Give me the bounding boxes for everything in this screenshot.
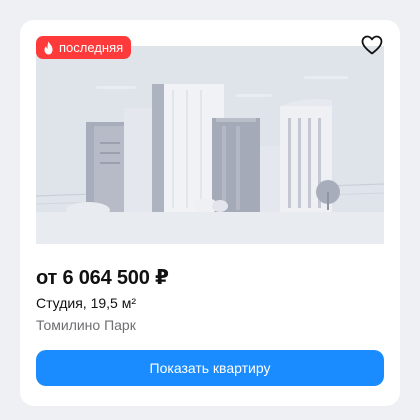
buildings-placeholder-image xyxy=(36,46,384,244)
apartment-type-area: Студия, 19,5 м² xyxy=(36,295,136,311)
apartment-card[interactable]: последняя от 6 064 500 ₽ Студия, 19,5 м²… xyxy=(20,20,400,406)
favorite-button[interactable] xyxy=(360,34,384,56)
heart-icon xyxy=(361,35,383,55)
project-name: Томилино Парк xyxy=(36,317,136,333)
last-apartment-badge: последняя xyxy=(36,36,132,59)
fire-icon xyxy=(44,41,53,54)
show-apartment-button[interactable]: Показать квартиру xyxy=(36,350,384,386)
apartment-image[interactable] xyxy=(36,46,384,244)
price: от 6 064 500 ₽ xyxy=(36,267,169,289)
badge-label: последняя xyxy=(59,40,124,55)
